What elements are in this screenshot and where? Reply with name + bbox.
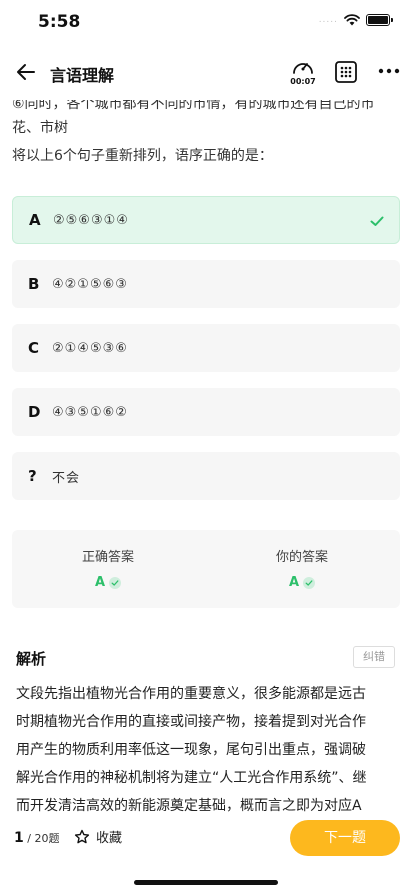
answer-sheet-button[interactable] — [334, 60, 358, 84]
correct-answer-value: A — [94, 575, 106, 590]
page-indicator: 1 / 20题 — [14, 830, 59, 846]
option-text: ④③⑤①⑥② — [52, 404, 128, 420]
question-prompt: 将以上6个句子重新排列，语序正确的是： — [12, 148, 273, 164]
your-answer-value: A — [288, 575, 300, 590]
star-outline-icon — [74, 829, 90, 843]
analysis-line: 文段先指出植物光合作用的重要意义，很多能源都是远古 — [16, 686, 366, 702]
analysis-line: 解光合作用的神秘机制将为建立“人工光合作用系统”、继 — [16, 770, 367, 786]
option-c[interactable]: C ②①④⑤③⑥ — [12, 324, 400, 372]
option-letter: B — [28, 275, 40, 293]
your-answer-label: 你的答案 — [275, 550, 328, 565]
arrow-left-icon — [17, 64, 35, 80]
analysis-text: 文段先指出植物光合作用的重要意义，很多能源都是远古 时期植物光合作用的直接或间接… — [16, 680, 398, 820]
question-line: 花、市树 — [12, 120, 68, 136]
option-b[interactable]: B ④②①⑤⑥③ — [12, 260, 400, 308]
check-icon — [370, 216, 384, 226]
option-text: ②①④⑤③⑥ — [52, 340, 128, 356]
analysis-line: 时期植物光合作用的直接或间接产物，接着提到对光合作 — [16, 714, 366, 730]
analysis-title: 解析 — [16, 650, 47, 668]
question-line: ⑥同时，各个城市都有不同的市情，有的城市还有自己的市 — [12, 96, 375, 112]
collect-button[interactable]: 收藏 — [74, 827, 122, 846]
option-letter: C — [28, 339, 40, 357]
option-d[interactable]: D ④③⑤①⑥② — [12, 388, 400, 436]
option-a[interactable]: A ②⑤⑥③①④ — [12, 196, 400, 244]
status-icons: ..... — [318, 14, 393, 26]
status-time: 5:58 — [38, 12, 81, 32]
answer-sheet-grid-icon — [335, 61, 357, 83]
page-title: 言语理解 — [50, 66, 115, 85]
check-icon — [303, 576, 316, 589]
collect-label: 收藏 — [96, 831, 123, 846]
total-questions: / 20题 — [23, 832, 60, 845]
correct-answer: 正确答案 A — [38, 546, 178, 590]
more-dots-icon — [378, 68, 400, 74]
option-letter: ? — [28, 467, 37, 485]
your-answer: 你的答案 A — [232, 546, 372, 590]
analysis-line: 用产生的物质利用率低这一现象，尾句引出重点，强调破 — [16, 742, 366, 758]
option-text: 不会 — [52, 470, 81, 486]
report-error-button[interactable]: 纠错 — [353, 646, 395, 668]
next-question-button[interactable]: 下一题 — [290, 820, 400, 856]
correct-answer-label: 正确答案 — [81, 550, 134, 565]
timer-button[interactable]: 00:07 — [288, 56, 318, 90]
signal-icon: ..... — [318, 15, 338, 25]
wifi-icon — [344, 14, 360, 26]
more-button[interactable] — [376, 58, 402, 84]
option-letter: A — [29, 211, 41, 229]
bottom-bar: 1 / 20题 收藏 下一题 — [0, 812, 412, 894]
status-bar: 5:58 ..... — [0, 0, 412, 44]
speedometer-icon — [293, 63, 313, 74]
battery-icon — [366, 14, 393, 26]
timer-value: 00:07 — [290, 77, 316, 86]
check-icon — [109, 576, 122, 589]
option-text: ④②①⑤⑥③ — [52, 276, 128, 292]
answer-summary: 正确答案 A 你的答案 A — [12, 530, 400, 608]
option-letter: D — [28, 403, 41, 421]
current-question: 1 — [14, 830, 24, 846]
option-text: ②⑤⑥③①④ — [53, 212, 129, 228]
back-button[interactable] — [12, 58, 40, 86]
nav-bar: 言语理解 00:07 — [0, 52, 412, 92]
home-indicator[interactable] — [134, 880, 278, 885]
option-dont-know[interactable]: ? 不会 — [12, 452, 400, 500]
